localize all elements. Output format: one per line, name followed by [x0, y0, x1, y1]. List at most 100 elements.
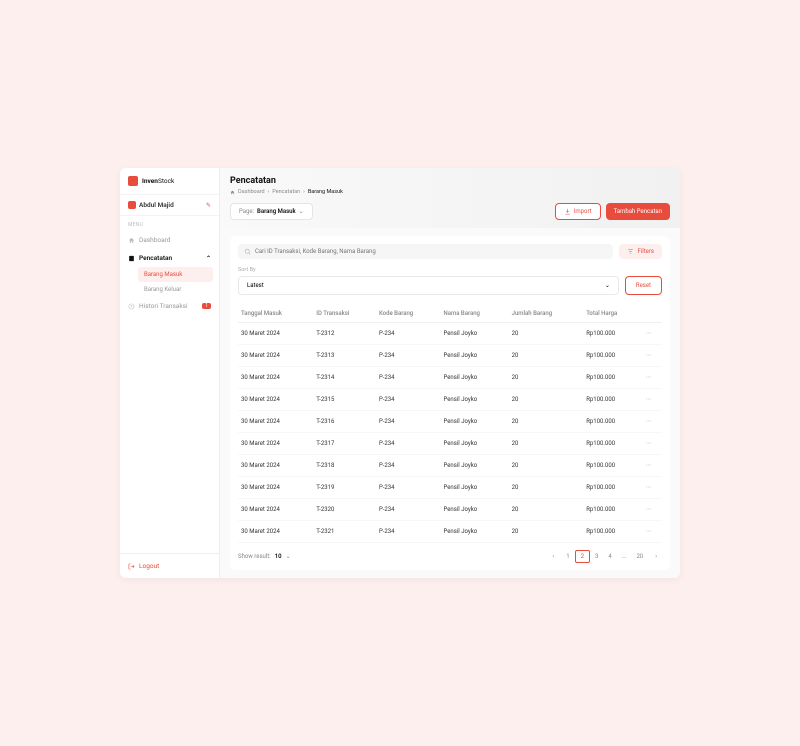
search-input[interactable]: [255, 248, 607, 255]
cell-code: P-234: [376, 521, 441, 543]
cell-id: T-2316: [313, 411, 376, 433]
page-2[interactable]: 2: [575, 550, 590, 563]
filter-label: Filters: [637, 248, 654, 255]
menu-label: MENU: [120, 216, 219, 231]
cell-code: P-234: [376, 323, 441, 345]
col-id: ID Transaksi: [313, 305, 376, 323]
table-row: 30 Maret 2024T-2313P-234Pensil Joyko20Rp…: [238, 345, 662, 367]
cell-name: Pensil Joyko: [440, 323, 508, 345]
row-action[interactable]: ⋯: [643, 389, 662, 411]
sort-label: Sort By: [238, 267, 662, 273]
pagination: ‹ 1234...20 ›: [547, 551, 662, 562]
row-action[interactable]: ⋯: [643, 499, 662, 521]
row-action[interactable]: ⋯: [643, 323, 662, 345]
cell-total: Rp100.000: [583, 521, 643, 543]
show-result[interactable]: Show result: 10 ⌄: [238, 553, 291, 560]
cell-name: Pensil Joyko: [440, 455, 508, 477]
logo: InvenStock: [120, 168, 219, 194]
chevron-right-icon: ›: [303, 189, 305, 195]
show-result-label: Show result:: [238, 553, 271, 560]
col-total: Total Harga: [583, 305, 643, 323]
search-box[interactable]: [238, 244, 613, 259]
import-button[interactable]: Import: [555, 203, 601, 220]
logo-icon: [128, 176, 138, 186]
show-result-value: 10: [275, 553, 282, 560]
user-profile[interactable]: Abdul Majid ✎: [120, 194, 219, 216]
cell-total: Rp100.000: [583, 345, 643, 367]
cell-date: 30 Maret 2024: [238, 323, 313, 345]
user-icon: [128, 201, 136, 209]
page-...[interactable]: ...: [617, 551, 632, 562]
page-3[interactable]: 3: [590, 551, 603, 562]
import-icon: [564, 208, 571, 215]
sidebar-item-dashboard[interactable]: Dashboard: [120, 231, 219, 249]
page-1[interactable]: 1: [561, 551, 574, 562]
row-action[interactable]: ⋯: [643, 455, 662, 477]
cell-code: P-234: [376, 477, 441, 499]
cell-date: 30 Maret 2024: [238, 411, 313, 433]
row-action[interactable]: ⋯: [643, 345, 662, 367]
cell-date: 30 Maret 2024: [238, 389, 313, 411]
table-row: 30 Maret 2024T-2321P-234Pensil Joyko20Rp…: [238, 521, 662, 543]
cell-total: Rp100.000: [583, 499, 643, 521]
page-4[interactable]: 4: [603, 551, 616, 562]
crumb-item[interactable]: Pencatatan: [272, 189, 300, 195]
crumb-item[interactable]: Dashboard: [238, 189, 265, 195]
search-icon: [244, 248, 251, 255]
cell-id: T-2321: [313, 521, 376, 543]
row-action[interactable]: ⋯: [643, 521, 662, 543]
home-icon: [230, 190, 235, 195]
page-next[interactable]: ›: [650, 551, 662, 562]
edit-icon[interactable]: ✎: [206, 202, 211, 209]
reset-button[interactable]: Reset: [625, 276, 662, 295]
table-footer: Show result: 10 ⌄ ‹ 1234...20 ›: [238, 551, 662, 562]
cell-id: T-2319: [313, 477, 376, 499]
cell-id: T-2314: [313, 367, 376, 389]
chevron-down-icon: ⌄: [605, 282, 610, 289]
submenu-barang-masuk[interactable]: Barang Masuk: [138, 267, 213, 282]
logout-button[interactable]: Logout: [120, 553, 219, 578]
cell-id: T-2312: [313, 323, 376, 345]
sidebar-item-pencatatan[interactable]: Pencatatan ⌃: [120, 249, 219, 267]
logo-text: InvenStock: [142, 177, 174, 185]
cell-date: 30 Maret 2024: [238, 521, 313, 543]
crumb-current: Barang Masuk: [308, 189, 343, 195]
page-selector[interactable]: Page: Barang Masuk ⌄: [230, 203, 313, 220]
row-action[interactable]: ⋯: [643, 411, 662, 433]
cell-code: P-234: [376, 411, 441, 433]
row-action[interactable]: ⋯: [643, 367, 662, 389]
sidebar-item-histori[interactable]: Histori Transaksi 1: [120, 297, 219, 315]
chevron-right-icon: ›: [268, 189, 270, 195]
cell-total: Rp100.000: [583, 389, 643, 411]
cell-date: 30 Maret 2024: [238, 367, 313, 389]
cell-total: Rp100.000: [583, 323, 643, 345]
content-area: Filters Sort By Latest ⌄ Reset Tanggal M…: [220, 228, 680, 578]
row-action[interactable]: ⋯: [643, 433, 662, 455]
sidebar-item-label: Histori Transaksi: [139, 302, 188, 310]
page-20[interactable]: 20: [631, 551, 648, 562]
cell-qty: 20: [509, 389, 584, 411]
cell-name: Pensil Joyko: [440, 345, 508, 367]
cell-total: Rp100.000: [583, 455, 643, 477]
cell-qty: 20: [509, 433, 584, 455]
sort-select[interactable]: Latest ⌄: [238, 276, 619, 295]
sidebar-item-label: Pencatatan: [139, 254, 172, 262]
cell-id: T-2320: [313, 499, 376, 521]
table-row: 30 Maret 2024T-2318P-234Pensil Joyko20Rp…: [238, 455, 662, 477]
filter-button[interactable]: Filters: [619, 244, 662, 259]
cell-total: Rp100.000: [583, 367, 643, 389]
add-button[interactable]: Tambah Pencatan: [606, 203, 670, 220]
col-kode: Kode Barang: [376, 305, 441, 323]
cell-date: 30 Maret 2024: [238, 455, 313, 477]
page-prev[interactable]: ‹: [547, 551, 559, 562]
cell-name: Pensil Joyko: [440, 477, 508, 499]
sidebar: InvenStock Abdul Majid ✎ MENU Dashboard …: [120, 168, 220, 578]
page-select-label: Page:: [239, 208, 254, 215]
submenu-barang-keluar[interactable]: Barang Keluar: [138, 282, 219, 297]
cell-qty: 20: [509, 477, 584, 499]
cell-id: T-2317: [313, 433, 376, 455]
cell-qty: 20: [509, 345, 584, 367]
cell-code: P-234: [376, 433, 441, 455]
row-action[interactable]: ⋯: [643, 477, 662, 499]
breadcrumb: Dashboard › Pencatatan › Barang Masuk: [230, 189, 670, 195]
